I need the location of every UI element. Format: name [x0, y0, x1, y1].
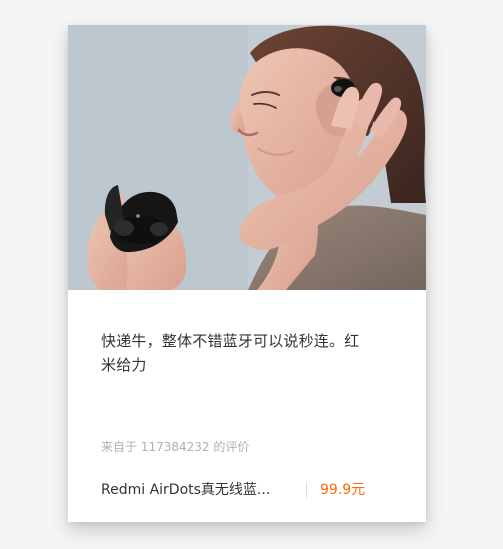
product-price: 99.9元 [320, 482, 366, 498]
earbuds-photo-illustration [68, 25, 426, 290]
product-info-row[interactable]: Redmi AirDots真无线蓝... 99.9元 [101, 478, 401, 502]
review-text: 快递牛，整体不错蓝牙可以说秒连。红 米给力 [101, 332, 360, 374]
review-source: 来自于 117384232 的评价 [101, 440, 250, 454]
product-price-divider [306, 482, 307, 498]
product-review-card[interactable]: 快递牛，整体不错蓝牙可以说秒连。红 米给力 来自于 117384232 的评价 … [68, 25, 426, 522]
product-name[interactable]: Redmi AirDots真无线蓝... [101, 478, 288, 502]
product-photo[interactable] [68, 25, 426, 290]
